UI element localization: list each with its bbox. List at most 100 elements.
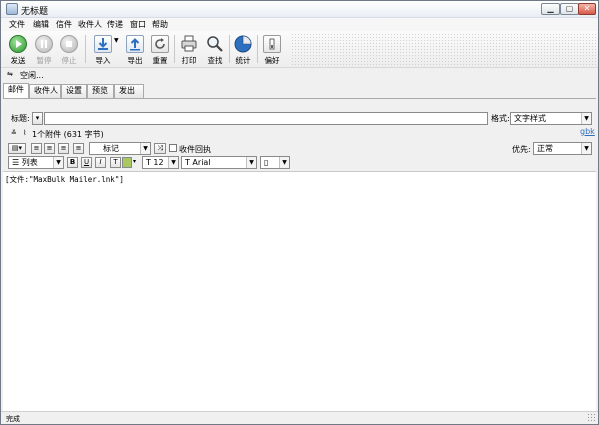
pause-label: 暂停	[36, 56, 52, 65]
send-icon	[9, 35, 27, 53]
stats-icon	[234, 35, 252, 53]
subject-dropdown-button[interactable]: ▾	[32, 112, 43, 125]
app-window: 无标题 ▁ ▢ ✕ 文件 编辑 信件 收件人 传递 窗口 帮助 发送 暂停 停止…	[0, 0, 599, 425]
chevron-down-icon: ▼	[581, 143, 591, 154]
status-bar: 完成	[1, 411, 598, 424]
address-status: 空闲...	[20, 71, 44, 80]
find-icon	[206, 35, 224, 53]
text-color-swatch[interactable]	[122, 157, 132, 168]
import-dropdown-arrow-icon[interactable]: ▼	[114, 37, 119, 44]
maximize-button[interactable]: ▢	[560, 3, 579, 15]
stop-icon	[60, 35, 78, 53]
tab-strip: 邮件 收件人 设置 预览 发出	[1, 83, 598, 98]
send-label: 发送	[10, 56, 26, 65]
menu-delivery[interactable]: 传递	[107, 19, 123, 30]
paragraph-style-button[interactable]: ▤▾	[8, 143, 26, 154]
preferences-label: 偏好	[264, 56, 280, 65]
list-icon: ☰	[12, 158, 22, 167]
minimize-button[interactable]: ▁	[541, 3, 560, 15]
toolbar-empty-area	[291, 33, 596, 66]
priority-label: 优先:	[512, 145, 531, 154]
print-label: 打印	[181, 56, 197, 65]
align-right-icon[interactable]: ≡	[58, 143, 69, 154]
menu-bar: 文件 编辑 信件 收件人 传递 窗口 帮助	[1, 18, 598, 31]
export-button[interactable]: 导出	[122, 34, 148, 65]
chevron-down-icon: ▼	[581, 113, 591, 124]
receipt-checkbox[interactable]	[169, 144, 177, 152]
find-button[interactable]: 查找	[202, 34, 228, 65]
subject-input[interactable]	[44, 112, 488, 125]
print-icon	[180, 35, 198, 53]
reset-label: 重置	[152, 56, 168, 65]
tab-recipients[interactable]: 收件人	[29, 84, 61, 98]
marker-value: 标记	[103, 144, 119, 153]
import-label: 导入	[95, 56, 111, 65]
pause-button[interactable]: 暂停	[31, 34, 57, 65]
stop-button[interactable]: 停止	[56, 34, 82, 65]
bold-button[interactable]: B	[67, 157, 78, 168]
chevron-down-icon: ▼	[279, 157, 289, 168]
format-label: 格式:	[491, 114, 510, 123]
align-left-icon[interactable]: ≡	[31, 143, 42, 154]
import-icon	[94, 35, 112, 53]
marker-select[interactable]: 标记 ▼	[89, 142, 151, 155]
print-button[interactable]: 打印	[176, 34, 202, 65]
export-label: 导出	[127, 56, 143, 65]
chevron-down-icon: ▼	[168, 157, 178, 168]
chevron-down-icon: ▼	[53, 157, 63, 168]
chevron-down-icon: ▼	[246, 157, 256, 168]
italic-button[interactable]: I	[95, 157, 106, 168]
font-value: T Arial	[185, 158, 211, 167]
app-icon	[6, 3, 18, 15]
menu-letter[interactable]: 信件	[56, 19, 72, 30]
mail-panel: 标题: ▾ 格式: 文字样式 ▼ ≚ ⌇ 1个附件 (631 字节) gbk ▤…	[3, 98, 596, 170]
stats-button[interactable]: 统计	[230, 34, 256, 65]
paperclip-icon: ⌇	[23, 129, 27, 137]
reset-button[interactable]: 重置	[147, 34, 173, 65]
toolbar-separator	[85, 35, 86, 63]
tab-mail[interactable]: 邮件	[3, 83, 29, 98]
tab-sent[interactable]: 发出	[114, 84, 144, 98]
window-title: 无标题	[21, 7, 49, 17]
collapse-icon[interactable]: ≚	[11, 129, 17, 137]
reset-icon	[151, 35, 169, 53]
menu-recipients[interactable]: 收件人	[78, 19, 102, 30]
align-center-icon[interactable]: ≡	[44, 143, 55, 154]
page-style-select[interactable]: ▯ ▼	[260, 156, 290, 169]
stop-label: 停止	[61, 56, 77, 65]
tab-preview[interactable]: 预览	[87, 84, 114, 98]
align-justify-icon[interactable]: ≡	[73, 143, 84, 154]
priority-value: 正常	[537, 144, 553, 153]
pause-icon	[35, 35, 53, 53]
menu-file[interactable]: 文件	[9, 19, 25, 30]
message-editor[interactable]: [文件:"MaxBulk Mailer.lnk"]	[3, 171, 596, 411]
charset-link[interactable]: gbk	[580, 127, 595, 136]
title-bar: 无标题 ▁ ▢ ✕	[1, 1, 598, 18]
receipt-label: 收件回执	[179, 145, 211, 154]
format-value: 文字样式	[514, 114, 546, 123]
attachments-summary[interactable]: 1个附件 (631 字节)	[32, 129, 104, 140]
font-select[interactable]: T Arial ▼	[181, 156, 257, 169]
find-label: 查找	[207, 56, 223, 65]
editor-content: [文件:"MaxBulk Mailer.lnk"]	[5, 175, 124, 184]
close-button[interactable]: ✕	[578, 3, 596, 15]
format-select[interactable]: 文字样式 ▼	[510, 112, 592, 125]
menu-help[interactable]: 帮助	[152, 19, 168, 30]
chevron-down-icon[interactable]: ▾	[133, 158, 136, 165]
shuffle-icon[interactable]: ⤨	[154, 143, 166, 154]
toolbar-separator	[257, 35, 258, 63]
tab-settings[interactable]: 设置	[61, 84, 87, 98]
priority-select[interactable]: 正常 ▼	[533, 142, 592, 155]
send-button[interactable]: 发送	[5, 34, 31, 65]
underline-button[interactable]: U	[81, 157, 92, 168]
preferences-button[interactable]: 偏好	[259, 34, 285, 65]
text-color-button[interactable]: T	[110, 157, 121, 168]
font-size-value: T 12	[146, 158, 164, 167]
import-button[interactable]: 导入	[90, 34, 116, 65]
list-select[interactable]: ☰ 列表 ▼	[8, 156, 64, 169]
menu-window[interactable]: 窗口	[130, 19, 146, 30]
menu-edit[interactable]: 编辑	[33, 19, 49, 30]
font-size-select[interactable]: T 12 ▼	[142, 156, 179, 169]
resize-grip-icon[interactable]	[587, 413, 596, 422]
export-icon	[126, 35, 144, 53]
